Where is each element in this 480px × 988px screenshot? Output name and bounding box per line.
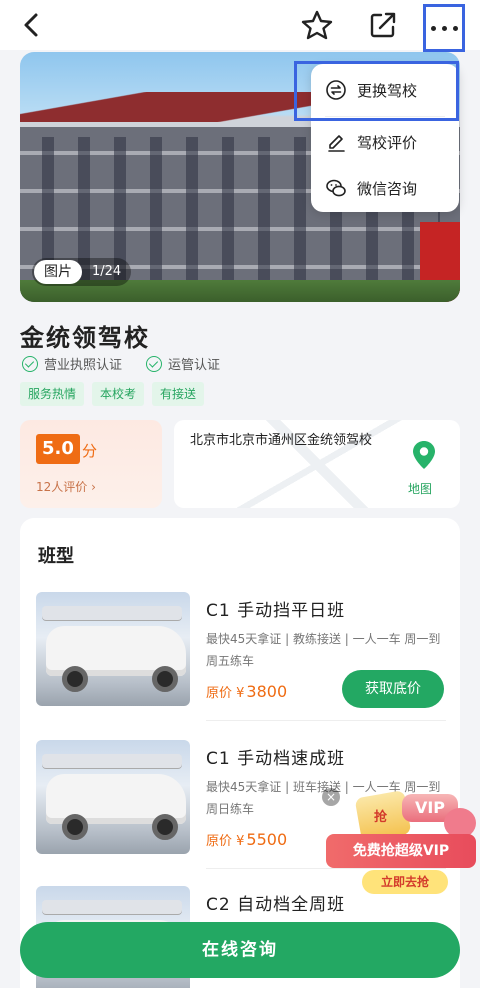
menu-item-label: 微信咨询 bbox=[357, 179, 418, 198]
certifications: 营业执照认证 运管认证 bbox=[22, 354, 244, 373]
check-circle-icon bbox=[146, 355, 163, 372]
review-count-link[interactable]: 12人评价 › bbox=[36, 478, 96, 495]
tag: 服务热情 bbox=[20, 382, 85, 406]
check-circle-icon bbox=[22, 355, 38, 372]
menu-item-label: 驾校评价 bbox=[357, 133, 418, 152]
tag: 有接送 bbox=[152, 382, 205, 406]
top-bar bbox=[0, 0, 480, 52]
gift-label: 抢 bbox=[374, 810, 388, 825]
rating-score: 5.0 bbox=[36, 434, 80, 464]
favorite-button[interactable] bbox=[300, 8, 334, 42]
online-consult-button[interactable]: 在线咨询 bbox=[20, 922, 460, 978]
school-name: 金统领驾校 bbox=[20, 324, 150, 352]
rating-unit: 分 bbox=[82, 442, 98, 460]
course-image bbox=[36, 740, 190, 854]
course-name: C1 手动档速成班 bbox=[206, 749, 346, 769]
rating-card[interactable]: 5.0 分 12人评价 › bbox=[20, 420, 162, 508]
map-pin-icon[interactable] bbox=[412, 440, 436, 470]
promo-banner: 免费抢超级VIP bbox=[326, 834, 476, 868]
vip-promo[interactable]: × 抢 VIP 免费抢超级VIP 立即去抢 bbox=[322, 788, 478, 898]
menu-item-wechat-consult[interactable]: 微信咨询 bbox=[325, 166, 449, 210]
classes-section: 班型 C1 手动挡平日班 最快45天拿证 | 教练接送 | 一人一车 周一到周五… bbox=[20, 518, 460, 988]
map-link[interactable]: 地图 bbox=[408, 480, 432, 497]
share-button[interactable] bbox=[366, 8, 400, 42]
tag: 本校考 bbox=[92, 382, 145, 406]
photo-label: 图片 bbox=[34, 260, 82, 284]
feature-tags: 服务热情 本校考 有接送 bbox=[20, 382, 212, 406]
course-name: C1 手动挡平日班 bbox=[206, 601, 346, 621]
edit-icon bbox=[325, 131, 347, 153]
course-price: 原价 ¥3800 bbox=[206, 682, 288, 701]
cert-transport: 运管认证 bbox=[146, 354, 220, 373]
more-dots-icon bbox=[430, 25, 436, 31]
photo-counter-badge: 图片 1/24 bbox=[32, 258, 132, 286]
cert-business-license: 营业执照认证 bbox=[22, 354, 122, 373]
more-button[interactable] bbox=[423, 4, 465, 52]
chevron-left-icon bbox=[24, 13, 38, 37]
address-card[interactable]: 北京市北京市通州区金统领驾校 地图 bbox=[174, 420, 460, 508]
grab-now-button[interactable]: 立即去抢 bbox=[362, 870, 448, 894]
course-desc: 最快45天拿证 | 教练接送 | 一人一车 周一到周五练车 bbox=[206, 632, 441, 668]
close-icon[interactable]: × bbox=[322, 788, 340, 806]
address-text: 北京市北京市通州区金统领驾校 bbox=[190, 433, 373, 448]
section-title: 班型 bbox=[38, 546, 74, 567]
wechat-icon bbox=[325, 177, 347, 199]
menu-highlight-box bbox=[294, 61, 459, 121]
share-icon bbox=[370, 12, 396, 38]
course-image bbox=[36, 592, 190, 706]
menu-item-school-review[interactable]: 驾校评价 bbox=[325, 120, 449, 164]
star-icon bbox=[301, 10, 333, 40]
photo-counter: 1/24 bbox=[92, 264, 122, 279]
get-best-price-button[interactable]: 获取底价 bbox=[342, 670, 444, 708]
course-item[interactable]: C1 手动挡平日班 最快45天拿证 | 教练接送 | 一人一车 周一到周五练车 … bbox=[36, 592, 446, 722]
back-button[interactable] bbox=[16, 8, 50, 42]
course-price: 原价 ¥5500 bbox=[206, 830, 288, 849]
